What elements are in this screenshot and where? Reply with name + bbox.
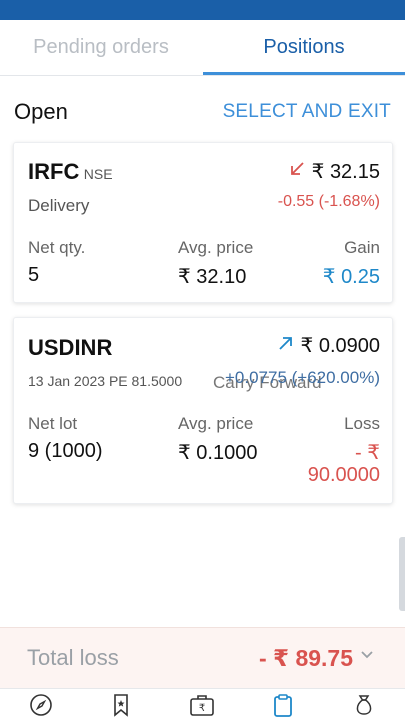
tab-positions[interactable]: Positions	[203, 20, 405, 75]
tab-bar: Pending orders Positions	[0, 20, 405, 76]
net-qty-label: Net qty.	[28, 238, 86, 257]
position-ltp: ₹ 0.0900	[300, 335, 380, 357]
pnl-value-line2: 90.0000	[307, 464, 380, 486]
net-lot-value: 9 (1000)	[28, 440, 103, 462]
position-ltp-row: ₹ 32.15	[288, 159, 380, 184]
position-change: -0.55 (-1.68%)	[277, 193, 380, 210]
nav-funds[interactable]	[350, 694, 378, 720]
position-change: +0.0775 (+620.00%)	[224, 368, 380, 387]
pnl-value: ₹ 0.25	[322, 266, 380, 288]
section-title: Open	[14, 99, 68, 124]
avg-price-label: Avg. price	[178, 238, 254, 257]
position-card-usdinr[interactable]: USDINR 13 Jan 2023 PE 81.5000 ₹ 0.0900 C…	[13, 317, 393, 504]
net-lot-label: Net lot	[28, 414, 78, 433]
briefcase-rupee-icon: ₹	[189, 693, 215, 722]
position-contract: 13 Jan 2023 PE 81.5000	[28, 373, 183, 389]
nav-watchlist[interactable]	[107, 693, 135, 722]
tab-pending-orders[interactable]: Pending orders	[0, 20, 202, 75]
nav-orders[interactable]	[269, 693, 297, 722]
position-symbol: USDINR	[28, 335, 113, 360]
arrow-down-icon	[288, 161, 312, 183]
net-qty-value: 5	[28, 264, 40, 286]
chevron-down-icon[interactable]	[359, 646, 375, 667]
scroll-handle[interactable]	[399, 537, 405, 611]
pnl-label: Loss	[344, 414, 380, 433]
arrow-up-icon	[277, 335, 301, 357]
pnl-label: Gain	[344, 238, 380, 257]
position-product: Delivery	[28, 196, 90, 215]
money-bag-icon	[352, 693, 376, 722]
position-symbol: IRFC	[28, 159, 80, 184]
avg-price-label: Avg. price	[178, 414, 254, 433]
position-title: IRFC NSE	[28, 159, 113, 185]
total-value: - ₹ 89.75	[259, 645, 353, 671]
position-ltp-row: ₹ 0.0900	[277, 333, 380, 358]
total-label: Total loss	[27, 645, 119, 670]
compass-icon	[29, 693, 53, 722]
clipboard-icon	[271, 693, 295, 722]
total-summary-bar[interactable]: Total loss - ₹ 89.75	[0, 627, 405, 688]
position-exchange: NSE	[83, 166, 113, 182]
nav-portfolio[interactable]: ₹	[188, 694, 216, 720]
bookmark-star-icon	[109, 693, 133, 722]
svg-text:₹: ₹	[199, 703, 205, 714]
bottom-navigation: ₹	[0, 688, 405, 721]
status-bar	[0, 0, 405, 20]
avg-price-value: ₹ 0.1000	[178, 442, 258, 464]
active-tab-indicator	[203, 72, 405, 75]
position-card-irfc[interactable]: IRFC NSE Delivery ₹ 32.15 -0.55 (-1.68%)…	[13, 142, 393, 303]
avg-price-value: ₹ 32.10	[178, 266, 247, 288]
select-and-exit-button[interactable]: SELECT AND EXIT	[223, 101, 391, 123]
nav-compass[interactable]	[27, 693, 55, 722]
pnl-value-line1: - ₹	[355, 442, 380, 464]
position-ltp: ₹ 32.15	[311, 161, 380, 183]
